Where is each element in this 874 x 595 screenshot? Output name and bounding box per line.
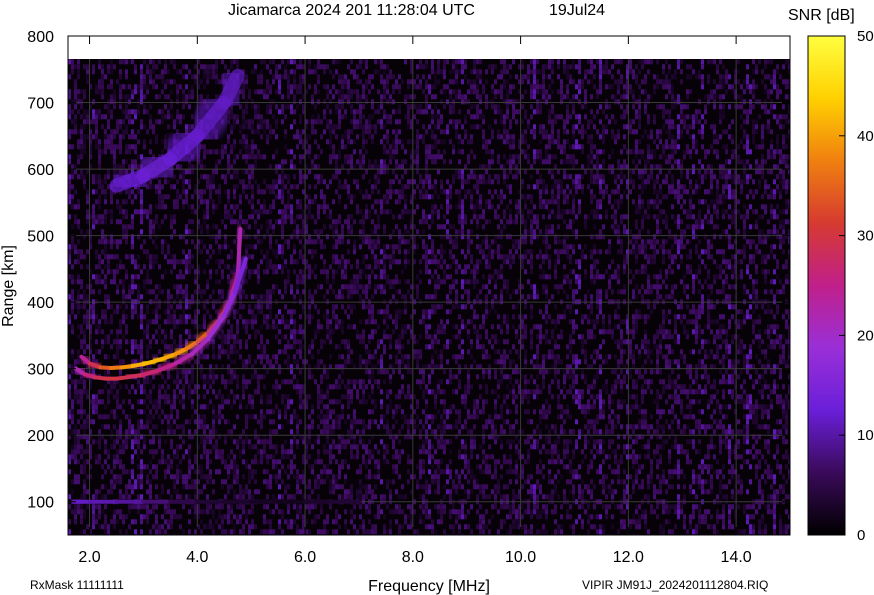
y-axis-label: Range [km] bbox=[0, 245, 17, 327]
colorbar-tick-label: 30 bbox=[857, 228, 874, 245]
ionogram-chart: 2.0 4.0 6.0 8.0 10.0 12.0 14.01002003004005006… bbox=[0, 2, 874, 595]
colorbar bbox=[807, 35, 846, 536]
y-tick-label: 800 bbox=[27, 29, 54, 46]
colorbar-tick-label: 20 bbox=[857, 327, 874, 344]
file-name-label: VIPIR JM91J_2024201112804.RIQ bbox=[582, 578, 768, 592]
colorbar-tick-label: 0 bbox=[857, 527, 865, 544]
x-tick-label: 4.0 bbox=[186, 549, 208, 566]
colorbar-tick-label: 50 bbox=[857, 28, 874, 45]
y-tick-label: 200 bbox=[27, 428, 54, 445]
chart-title: Jicamarca 2024 201 11:28:04 UTC bbox=[228, 2, 475, 19]
y-tick-label: 300 bbox=[27, 362, 54, 379]
x-tick-label: 2.0 bbox=[78, 549, 100, 566]
colorbar-label: SNR [dB] bbox=[788, 7, 855, 24]
y-tick-label: 600 bbox=[27, 162, 54, 179]
y-tick-label: 700 bbox=[27, 96, 54, 113]
x-tick-label: 14.0 bbox=[721, 549, 752, 566]
x-tick-label: 12.0 bbox=[613, 549, 644, 566]
x-axis-label: Frequency [MHz] bbox=[368, 578, 490, 595]
rxmask-label: RxMask 11111111 bbox=[30, 578, 124, 592]
y-tick-label: 500 bbox=[27, 229, 54, 246]
colorbar-tick-label: 10 bbox=[857, 427, 874, 444]
y-tick-label: 400 bbox=[27, 295, 54, 312]
x-tick-label: 8.0 bbox=[402, 549, 424, 566]
y-tick-label: 100 bbox=[27, 495, 54, 512]
x-tick-label: 10.0 bbox=[505, 549, 536, 566]
x-tick-label: 6.0 bbox=[294, 549, 316, 566]
colorbar-tick-label: 40 bbox=[857, 128, 874, 145]
chart-date: 19Jul24 bbox=[549, 2, 605, 19]
